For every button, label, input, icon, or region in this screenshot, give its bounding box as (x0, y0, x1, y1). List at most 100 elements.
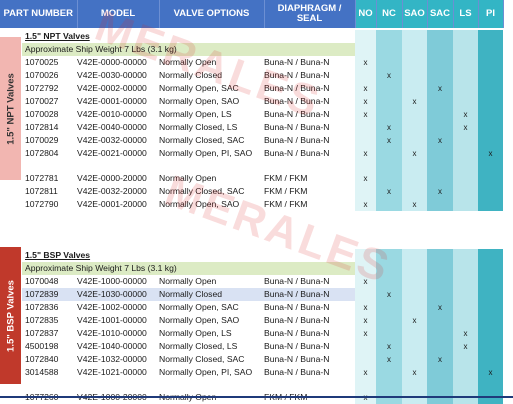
option-mark (402, 353, 428, 366)
table-row: 1072839 V42E-1030-00000 Normally Closed Bun… (22, 288, 513, 301)
valve-option-cell: Normally Open, LS (159, 109, 232, 119)
option-mark (478, 95, 503, 108)
option-mark: x (355, 172, 376, 185)
option-mark (402, 69, 427, 82)
section-title-row: 1.5" NPT Valves (22, 30, 513, 43)
footer-divider (0, 396, 513, 398)
option-mark (355, 134, 376, 147)
option-mark (402, 108, 427, 121)
option-mark: x (453, 108, 478, 121)
table-row: 1070028 V42E-0010-00000 Normally Open, LS B… (22, 108, 513, 121)
option-mark (453, 95, 478, 108)
option-mark (453, 172, 478, 185)
ship-weight: Approximate Ship Weight 7 Lbs (3.1 kg) (22, 262, 356, 275)
model-cell: V42E-0030-00000 (77, 70, 147, 80)
option-cell (355, 249, 377, 262)
seal-cell: Buna-N / Buna-N (264, 122, 330, 132)
header-option-nc: NC (376, 0, 403, 28)
option-mark (478, 327, 504, 340)
spacer-cell (22, 160, 355, 172)
option-mark (402, 121, 427, 134)
table-row: 4500198 V42E-1040-00000 Normally Closed, L… (22, 340, 513, 353)
model-cell: V42E-0002-00000 (77, 83, 147, 93)
option-mark (355, 288, 377, 301)
valve-option-cell: Normally Open, SAO (159, 199, 240, 209)
option-mark (427, 327, 454, 340)
header-option-sac: SAC (427, 0, 454, 28)
part-number-cell: 1072814 (25, 122, 59, 132)
option-mark (427, 121, 453, 134)
option-cell (355, 262, 377, 275)
option-mark: x (355, 147, 376, 160)
option-mark: x (376, 340, 403, 353)
sidebar-label: 1.5" NPT Valves (5, 72, 16, 145)
option-mark (478, 314, 504, 327)
option-mark (402, 82, 427, 95)
option-cell (376, 262, 403, 275)
bsp-valves-table: 1.5" BSP Valves Approximate Ship Weight 7… (22, 249, 513, 404)
option-mark (453, 198, 478, 211)
header-option-sao: SAO (402, 0, 428, 28)
header-valve-options: VALVE OPTIONS (159, 0, 265, 28)
model-cell: V42E-0001-20000 (77, 199, 147, 209)
valve-option-cell: Normally Closed, LS (159, 341, 238, 351)
option-mark: x (355, 82, 376, 95)
ship-weight-row: Approximate Ship Weight 7 Lbs (3.1 kg) (22, 43, 513, 56)
option-cell (478, 379, 504, 391)
option-mark (453, 69, 478, 82)
valve-option-cell: Normally Closed, SAC (159, 135, 245, 145)
valve-option-cell: Normally Open, LS (159, 328, 232, 338)
table-row: 1070029 V42E-0032-00000 Normally Closed, S… (22, 134, 513, 147)
seal-cell: Buna-N / Buna-N (264, 276, 330, 286)
option-mark (453, 56, 478, 69)
option-mark: x (453, 327, 479, 340)
seal-cell: Buna-N / Buna-N (264, 341, 330, 351)
valve-option-cell: Normally Open (159, 57, 217, 67)
model-cell: V42E-0000-00000 (77, 57, 147, 67)
table-row: 1070048 V42E-1000-00000 Normally Open Buna-… (22, 275, 513, 288)
option-mark: x (478, 366, 504, 379)
option-mark (453, 275, 479, 288)
option-mark (402, 172, 427, 185)
option-mark: x (355, 314, 377, 327)
option-mark (402, 275, 428, 288)
header-part-number: PART NUMBER (0, 0, 78, 28)
option-mark (427, 314, 454, 327)
option-mark (453, 366, 479, 379)
option-mark (427, 69, 453, 82)
option-mark (427, 366, 454, 379)
seal-cell: Buna-N / Buna-N (264, 315, 330, 325)
option-mark: x (376, 185, 402, 198)
header-option-no: NO (355, 0, 377, 28)
option-cell (427, 379, 454, 391)
seal-cell: Buna-N / Buna-N (264, 288, 356, 301)
option-mark: x (402, 95, 427, 108)
option-cell (478, 30, 503, 43)
valve-option-cell: Normally Open (159, 173, 217, 183)
option-mark (478, 108, 503, 121)
option-mark (427, 288, 454, 301)
option-mark (355, 340, 377, 353)
part-number-cell: 3014588 (25, 367, 59, 377)
option-mark: x (355, 275, 377, 288)
seal-cell: Buna-N / Buna-N (264, 96, 330, 106)
table-row: 1072836 V42E-1002-00000 Normally Open, SAC… (22, 301, 513, 314)
option-cell (376, 379, 403, 391)
option-mark (427, 56, 453, 69)
model-cell: V42E-0032-00000 (77, 135, 147, 145)
model-cell: V42E-1000-00000 (77, 276, 147, 286)
seal-cell: Buna-N / Buna-N (264, 135, 330, 145)
option-mark (376, 95, 402, 108)
valve-option-cell: Normally Closed (159, 288, 264, 301)
seal-cell: Buna-N / Buna-N (264, 57, 330, 67)
option-mark (402, 327, 428, 340)
part-number-cell: 1072835 (25, 315, 59, 325)
part-number-cell: 1072790 (25, 199, 59, 209)
section-title: 1.5" NPT Valves (25, 31, 90, 41)
option-mark (376, 327, 403, 340)
option-cell (402, 160, 427, 172)
part-number-cell: 1070025 (25, 57, 59, 67)
option-mark (453, 185, 478, 198)
option-cell (355, 379, 377, 391)
part-number-cell: 1070029 (25, 135, 59, 145)
